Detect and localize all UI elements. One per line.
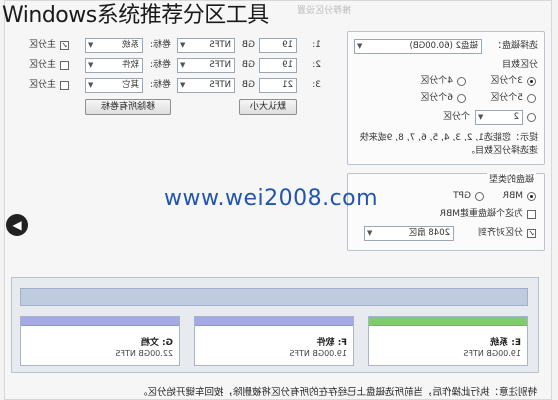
rebuild-mbr-checkbox[interactable] xyxy=(527,210,536,219)
radio-4-label: 4个分区 xyxy=(420,76,453,86)
disk-select[interactable]: 磁盘2 (60.00GB) ▼ xyxy=(354,39,482,54)
select-disk-group: 选择磁盘： 磁盘2 (60.00GB) ▼ 分区数目 3个分区 4个分区 5个分… xyxy=(347,31,545,165)
chevron-down-icon: ▼ xyxy=(478,113,484,121)
fs-value: NTFS xyxy=(209,80,231,90)
partition-info: 19.00GB NTFS xyxy=(463,349,521,358)
partition-number: 1: xyxy=(312,40,321,50)
fs-select[interactable]: NTFS ▼ xyxy=(177,78,235,93)
disk-type-group: 磁盘的类型 MBR GPT 为这个磁盘重建MBR ✓ 分区对齐到 2048 扇区… xyxy=(347,172,545,251)
radio-6-partitions[interactable] xyxy=(457,94,466,103)
window-title: 推荐分区设置 xyxy=(296,6,351,16)
partition-map: E: 系统 19.00GB NTFS F: 软件 19.00GB NTFS G:… xyxy=(11,277,539,373)
primary-label: 主分区 xyxy=(28,80,56,90)
partition-name: E: 系统 xyxy=(490,338,521,348)
partition-color-band xyxy=(195,317,353,326)
radio-mbr[interactable] xyxy=(527,192,536,201)
partition-name: F: 软件 xyxy=(316,338,347,348)
custom-count-select[interactable]: 2 ▼ xyxy=(475,110,523,125)
radio-6-label: 6个分区 xyxy=(420,93,453,103)
radio-5-label: 5个分区 xyxy=(490,93,523,103)
size-unit: GB xyxy=(241,40,255,50)
volume-label-value: 系统 xyxy=(121,40,139,50)
volume-label-input[interactable]: 软件 ▼ xyxy=(85,58,143,73)
radio-3-label: 3个分区 xyxy=(490,76,523,86)
volume-label-caption: 卷标: xyxy=(149,80,171,90)
volume-label-caption: 卷标: xyxy=(149,60,171,70)
fs-select[interactable]: NTFS ▼ xyxy=(177,58,235,73)
primary-label: 主分区 xyxy=(28,40,56,50)
radio-custom[interactable] xyxy=(527,113,536,122)
partition-card[interactable]: G: 文档 22.00GB NTFS xyxy=(20,316,180,366)
chevron-down-icon: ▼ xyxy=(88,61,94,69)
disk-select-value: 磁盘2 (60.00GB) xyxy=(409,41,479,51)
chevron-down-icon: ▼ xyxy=(88,41,94,49)
radio-4-partitions[interactable] xyxy=(457,77,466,86)
chevron-down-icon: ▼ xyxy=(180,41,186,49)
size-input[interactable]: 19 xyxy=(259,58,297,73)
chevron-down-icon: ▼ xyxy=(367,229,373,237)
primary-checkbox[interactable] xyxy=(60,61,69,70)
radio-5-partitions[interactable] xyxy=(527,94,536,103)
chevron-down-icon: ▼ xyxy=(180,61,186,69)
partition-color-band xyxy=(21,317,179,326)
gpt-label: GPT xyxy=(453,191,471,201)
align-checkbox[interactable]: ✓ xyxy=(527,229,536,238)
align-label: 分区对齐到 xyxy=(477,228,523,238)
primary-checkbox[interactable]: ✓ xyxy=(60,41,69,50)
partition-card[interactable]: F: 软件 19.00GB NTFS xyxy=(194,316,354,366)
watermark: www.wei2008.com xyxy=(164,186,379,211)
fs-value: NTFS xyxy=(209,40,231,50)
custom-count-value: 2 xyxy=(513,112,519,122)
size-input[interactable]: 19 xyxy=(259,38,297,53)
fs-select[interactable]: NTFS ▼ xyxy=(177,38,235,53)
volume-label-value: 软件 xyxy=(121,60,139,70)
volume-label-input[interactable]: 其它 ▼ xyxy=(85,78,143,93)
radio-gpt[interactable] xyxy=(475,192,484,201)
disk-type-title: 磁盘的类型 xyxy=(486,172,536,185)
overlay-title: Windows系统推荐分区工具 xyxy=(2,3,269,28)
custom-count-suffix: 个分区 xyxy=(442,112,470,122)
size-value: 19 xyxy=(282,40,293,50)
align-value: 2048 扇区 xyxy=(408,228,450,238)
size-value: 21 xyxy=(282,80,293,90)
chevron-down-icon: ▼ xyxy=(357,42,363,50)
partition-number: 3: xyxy=(312,80,321,90)
radio-3-partitions[interactable] xyxy=(527,77,536,86)
shortcut-hint: 提示：您能选1, 2, 3, 4, 5, 6, 7, 8, 9或来快速选择分区数… xyxy=(359,133,538,156)
fs-value: NTFS xyxy=(209,60,231,70)
size-input[interactable]: 21 xyxy=(259,78,297,93)
partition-color-band xyxy=(369,317,527,326)
mbr-label: MBR xyxy=(502,191,523,201)
partition-card[interactable]: E: 系统 19.00GB NTFS xyxy=(368,316,528,366)
default-size-button[interactable]: 默认大小 xyxy=(239,99,297,115)
volume-label-input[interactable]: 系统 ▼ xyxy=(85,38,143,53)
partition-count-label: 分区数目 xyxy=(501,60,538,70)
volume-label-value: 其它 xyxy=(121,80,139,90)
primary-label: 主分区 xyxy=(28,60,56,70)
rebuild-mbr-label: 为这个磁盘重建MBR xyxy=(439,209,523,219)
warning-note: 特别注意：执行此操作后，当前所选磁盘上已经存在的所有分区将被删除，按回车键开始分… xyxy=(137,387,537,398)
select-disk-label: 选择磁盘： xyxy=(492,41,538,51)
size-unit: GB xyxy=(241,60,255,70)
partition-info: 19.00GB NTFS xyxy=(289,349,347,358)
size-value: 19 xyxy=(282,60,293,70)
disk-bar xyxy=(20,288,528,306)
remove-labels-button[interactable]: 移除所有卷标 xyxy=(85,99,171,115)
size-unit: GB xyxy=(241,80,255,90)
arrow-right-icon[interactable]: ▶ xyxy=(6,214,28,236)
align-select[interactable]: 2048 扇区 ▼ xyxy=(364,226,454,241)
partition-info: 22.00GB NTFS xyxy=(115,349,173,358)
chevron-down-icon: ▼ xyxy=(180,81,186,89)
partition-name: G: 文档 xyxy=(140,338,173,348)
volume-label-caption: 卷标: xyxy=(149,40,171,50)
chevron-down-icon: ▼ xyxy=(88,81,94,89)
partition-number: 2: xyxy=(312,60,321,70)
primary-checkbox[interactable] xyxy=(60,81,69,90)
